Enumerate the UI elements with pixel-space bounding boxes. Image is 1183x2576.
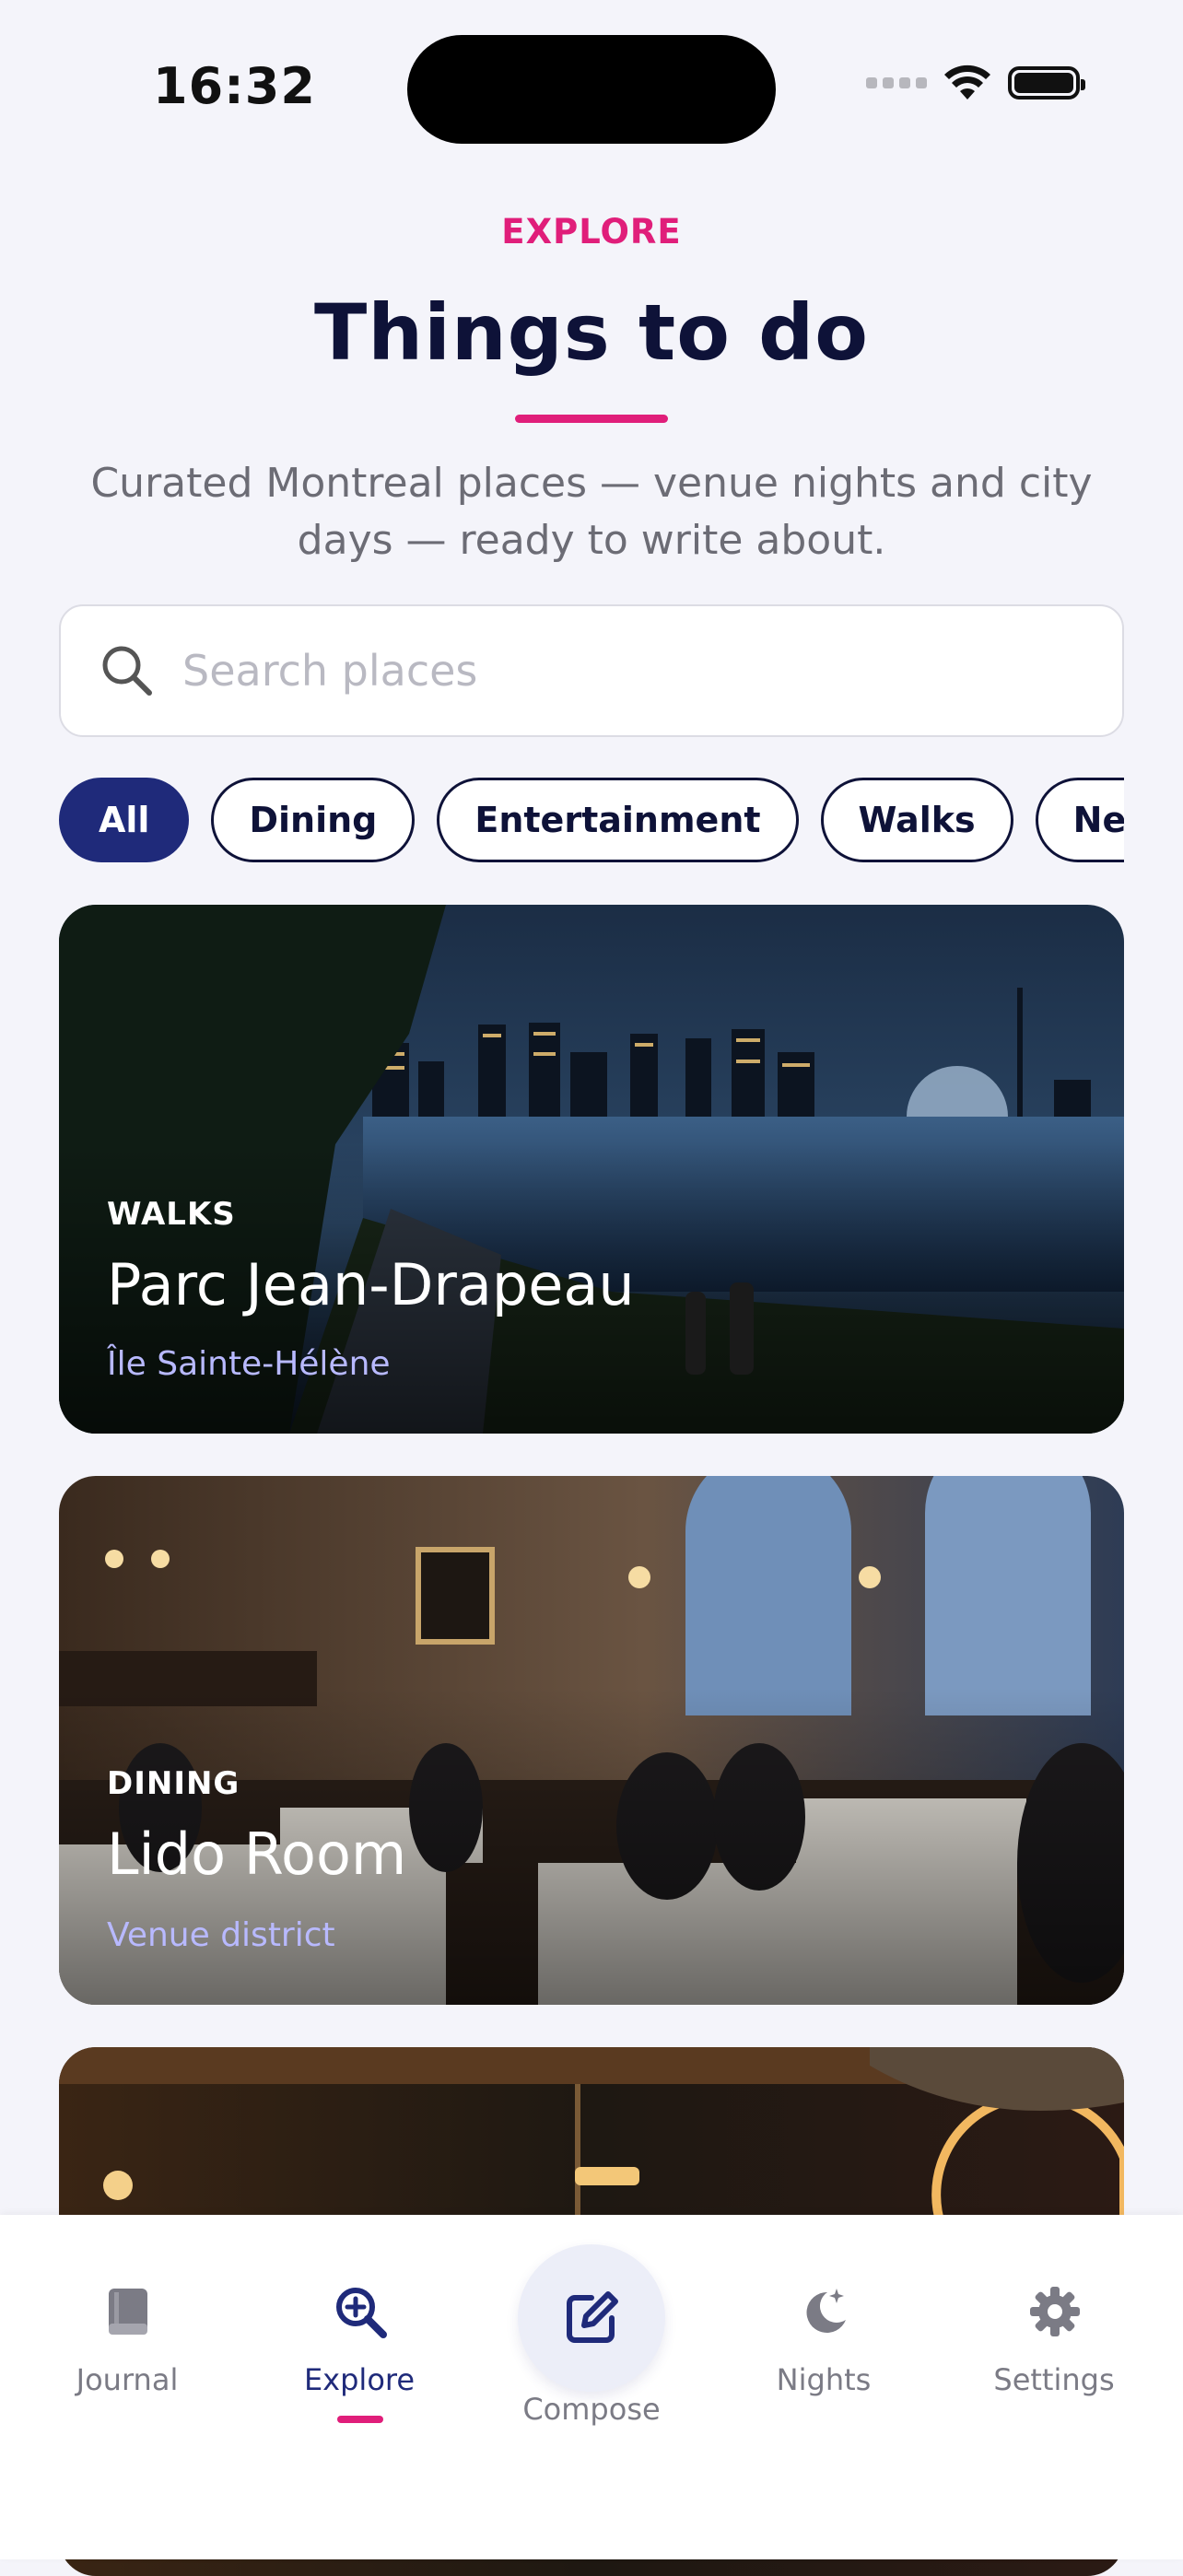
status-icons [866, 64, 1085, 101]
tab-label: Journal [76, 2362, 179, 2397]
active-tab-indicator [337, 2416, 383, 2423]
compose-icon [567, 2291, 618, 2343]
section-kicker: EXPLORE [501, 212, 682, 252]
tab-label-compose: Compose [522, 2392, 661, 2427]
wifi-icon [944, 64, 990, 100]
filter-chip-all[interactable]: All [59, 778, 190, 862]
book-icon [109, 2289, 147, 2335]
search-icon [102, 646, 152, 696]
place-name: Lido Room [107, 1821, 407, 1888]
dynamic-island [407, 35, 776, 144]
filter-chip-dining[interactable]: Dining [211, 778, 416, 862]
place-category: DINING [107, 1765, 240, 1802]
filter-chips: All Dining Entertainment Walks Neighborh… [59, 778, 1124, 866]
search-plus-icon [336, 2288, 387, 2338]
place-card[interactable]: WALKS Parc Jean-Drapeau Île Sainte-Hélèn… [59, 905, 1124, 1434]
tab-label: Explore [303, 2362, 416, 2397]
search-bar[interactable] [59, 604, 1124, 737]
moon-stars-icon [806, 2289, 846, 2333]
status-time: 16:32 [153, 57, 316, 115]
title-underline [515, 415, 668, 423]
filter-chip-walks[interactable]: Walks [820, 778, 1013, 862]
place-category: WALKS [107, 1196, 236, 1233]
place-card[interactable]: DINING Lido Room Venue district [59, 1476, 1124, 2005]
tab-label: Nights [776, 2362, 872, 2397]
battery-icon [1008, 66, 1085, 100]
page-title: Things to do [313, 287, 869, 378]
place-location: Île Sainte-Hélène [107, 1345, 391, 1383]
compose-button[interactable] [518, 2244, 665, 2392]
place-location: Venue district [107, 1916, 335, 1954]
page-subtitle: Curated Montreal places — venue nights a… [90, 460, 1093, 564]
place-name: Parc Jean-Drapeau [107, 1251, 635, 1318]
cellular-signal-icon [866, 77, 927, 88]
filter-chip-entertainment[interactable]: Entertainment [437, 778, 799, 862]
tab-label: Settings [993, 2362, 1115, 2397]
search-input[interactable] [181, 645, 1013, 697]
gear-icon [1030, 2287, 1080, 2336]
filter-chip-neighborhoods[interactable]: Neighborhoods [1035, 778, 1124, 862]
